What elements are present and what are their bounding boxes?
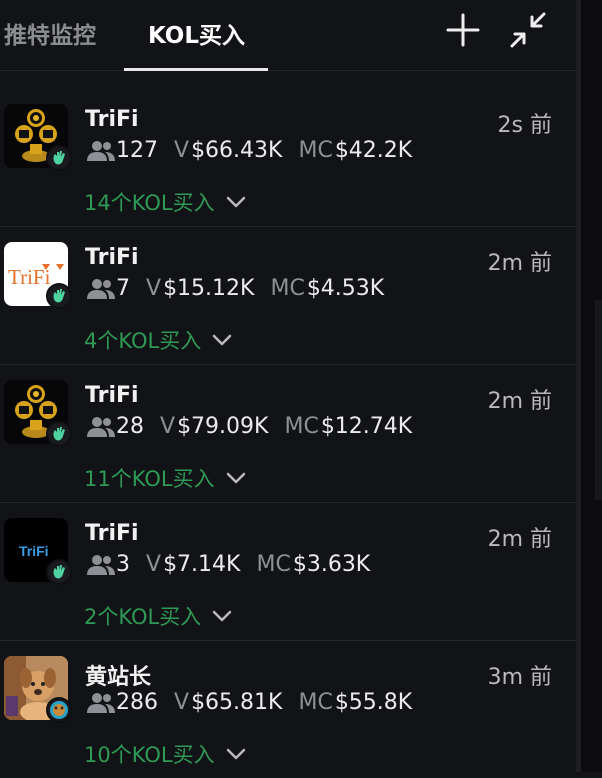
active-tab-indicator xyxy=(124,68,268,71)
token-name: TriFi xyxy=(85,521,139,546)
mc-label: MC xyxy=(298,138,333,163)
time-ago: 2m 前 xyxy=(487,251,552,276)
mc-value: $55.8K xyxy=(334,690,413,715)
time-ago: 2m 前 xyxy=(487,389,552,414)
token-avatar: TriFi xyxy=(4,242,72,309)
divider xyxy=(577,0,581,772)
token-card[interactable]: TriFi TriFi 2m 前 7 V $15.12K MC $4.53K 4… xyxy=(0,227,576,365)
users-icon xyxy=(87,416,115,437)
token-card[interactable]: TriFi 2m 前 28 V $79.09K MC $12.74K 11个KO… xyxy=(0,365,576,503)
volume-value: $7.14K xyxy=(163,552,241,577)
mc-value: $12.74K xyxy=(320,414,413,439)
volume-label: V xyxy=(146,552,162,577)
chevron-down-icon xyxy=(226,748,245,760)
kol-buy-toggle[interactable]: 11个KOL买入 xyxy=(84,463,247,493)
volume-value: $79.09K xyxy=(177,414,269,439)
volume-label: V xyxy=(174,690,190,715)
mc-label: MC xyxy=(298,690,333,715)
token-card[interactable]: TriFi 2s 前 127 V $66.43K MC $42.2K 14个KO… xyxy=(0,89,576,227)
token-card[interactable]: 黄站长 3m 前 286 V $65.81K MC $55.8K 10个KOL买… xyxy=(0,641,576,778)
holder-count: 7 xyxy=(116,276,130,301)
token-stats: 286 V $65.81K MC $55.8K xyxy=(86,690,412,715)
token-name: TriFi xyxy=(85,107,139,132)
mc-value: $3.63K xyxy=(292,552,371,577)
kol-buy-count: 10个KOL买入 xyxy=(84,743,215,767)
chevron-down-icon xyxy=(226,472,245,484)
token-stats: 3 V $7.14K MC $3.63K xyxy=(86,552,370,577)
plus-icon[interactable] xyxy=(443,10,483,50)
token-name: TriFi xyxy=(85,383,139,408)
token-name: 黄站长 xyxy=(85,665,152,690)
token-stats: 28 V $79.09K MC $12.74K xyxy=(86,414,412,439)
kol-buy-toggle[interactable]: 10个KOL买入 xyxy=(84,739,247,769)
token-stats: 127 V $66.43K MC $42.2K xyxy=(86,138,412,163)
mc-label: MC xyxy=(256,552,291,577)
token-stats: 7 V $15.12K MC $4.53K xyxy=(86,276,384,301)
kol-buy-toggle[interactable]: 4个KOL买入 xyxy=(84,325,233,355)
token-card[interactable]: TriFi TriFi 2m 前 3 V $7.14K MC $3.63K 2个… xyxy=(0,503,576,641)
holder-count: 127 xyxy=(116,138,158,163)
mc-value: $42.2K xyxy=(334,138,413,163)
token-avatar: TriFi xyxy=(4,518,72,585)
chevron-down-icon xyxy=(226,196,245,208)
users-icon xyxy=(87,140,115,161)
token-avatar xyxy=(4,656,72,723)
users-icon xyxy=(87,692,115,713)
mc-value: $4.53K xyxy=(306,276,385,301)
volume-label: V xyxy=(160,414,176,439)
hand-wave-icon xyxy=(46,283,72,309)
hand-wave-icon xyxy=(46,559,72,585)
mc-label: MC xyxy=(270,276,305,301)
token-name: TriFi xyxy=(85,245,139,270)
kol-buy-count: 4个KOL买入 xyxy=(84,329,202,353)
kol-buy-count: 2个KOL买入 xyxy=(84,605,202,629)
avatar-text: TriFi xyxy=(19,543,49,559)
time-ago: 2s 前 xyxy=(497,113,552,138)
holder-count: 3 xyxy=(116,552,130,577)
mc-label: MC xyxy=(284,414,319,439)
minimize-icon[interactable] xyxy=(508,10,548,50)
volume-value: $15.12K xyxy=(163,276,255,301)
kol-buy-count: 11个KOL买入 xyxy=(84,467,215,491)
volume-value: $66.43K xyxy=(191,138,283,163)
volume-value: $65.81K xyxy=(191,690,283,715)
volume-label: V xyxy=(174,138,190,163)
tab-kol-buy[interactable]: KOL买入 xyxy=(148,16,245,50)
chevron-down-icon xyxy=(212,334,232,346)
chevron-down-icon xyxy=(212,610,232,622)
time-ago: 2m 前 xyxy=(487,527,552,552)
holder-count: 286 xyxy=(116,690,158,715)
token-avatar xyxy=(4,380,72,447)
tab-twitter-monitor[interactable]: 推特监控 xyxy=(4,16,96,50)
users-icon xyxy=(87,278,115,299)
kol-buy-toggle[interactable]: 14个KOL买入 xyxy=(84,187,247,217)
kol-buy-count: 14个KOL买入 xyxy=(84,191,215,215)
paw-icon xyxy=(46,697,72,723)
users-icon xyxy=(87,554,115,575)
hand-wave-icon xyxy=(46,421,72,447)
holder-count: 28 xyxy=(116,414,144,439)
token-avatar xyxy=(4,104,72,171)
scrollbar[interactable] xyxy=(595,300,602,500)
avatar-text: TriFi xyxy=(8,265,51,289)
kol-buy-toggle[interactable]: 2个KOL买入 xyxy=(84,601,233,631)
side-panel-edge xyxy=(577,0,602,772)
time-ago: 3m 前 xyxy=(487,665,552,690)
hand-wave-icon xyxy=(46,145,72,171)
volume-label: V xyxy=(146,276,162,301)
panel-header: 推特监控 KOL买入 xyxy=(0,0,576,71)
kol-panel: 推特监控 KOL买入 TriFi 2s 前 127 V $66.43K MC $… xyxy=(0,0,577,772)
